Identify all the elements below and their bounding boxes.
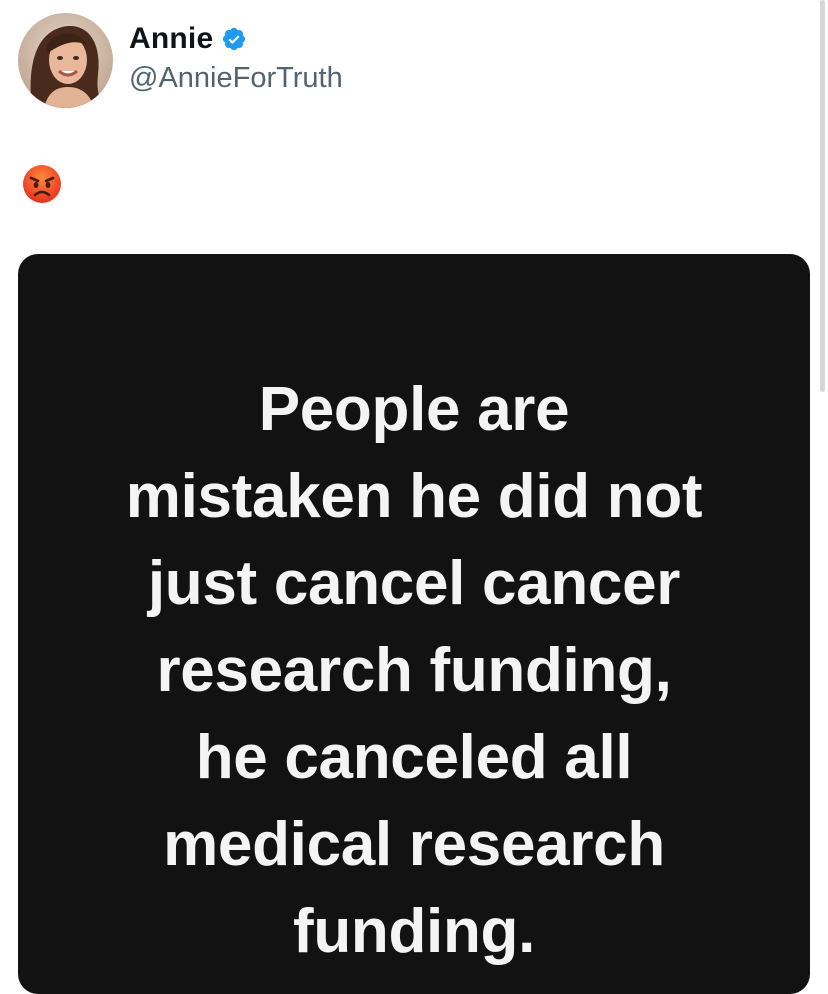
- author-handle[interactable]: @AnnieForTruth: [129, 62, 343, 95]
- media-line: research funding,: [156, 636, 672, 705]
- author-names: Annie @AnnieForTruth: [129, 22, 343, 95]
- tweet-media-image[interactable]: People are mistaken he did not just canc…: [18, 254, 810, 994]
- media-line: People are: [258, 375, 570, 444]
- author-name-row[interactable]: Annie: [129, 22, 343, 56]
- display-name[interactable]: Annie: [129, 22, 213, 56]
- verified-badge-icon: [221, 26, 247, 52]
- avatar[interactable]: [18, 13, 113, 108]
- media-line: medical research: [163, 810, 665, 879]
- profile-photo: [18, 13, 113, 108]
- media-line: he canceled all: [195, 723, 633, 792]
- tweet-header: Annie @AnnieForTruth: [18, 13, 343, 108]
- tweet-text: [20, 162, 64, 206]
- media-line: funding.: [292, 897, 536, 966]
- media-text: People are mistaken he did not just canc…: [18, 366, 810, 975]
- media-line: just cancel cancer: [147, 549, 681, 618]
- angry-face-emoji: [23, 165, 61, 203]
- scrollbar[interactable]: [820, 0, 825, 392]
- media-line: mistaken he did not: [125, 462, 703, 531]
